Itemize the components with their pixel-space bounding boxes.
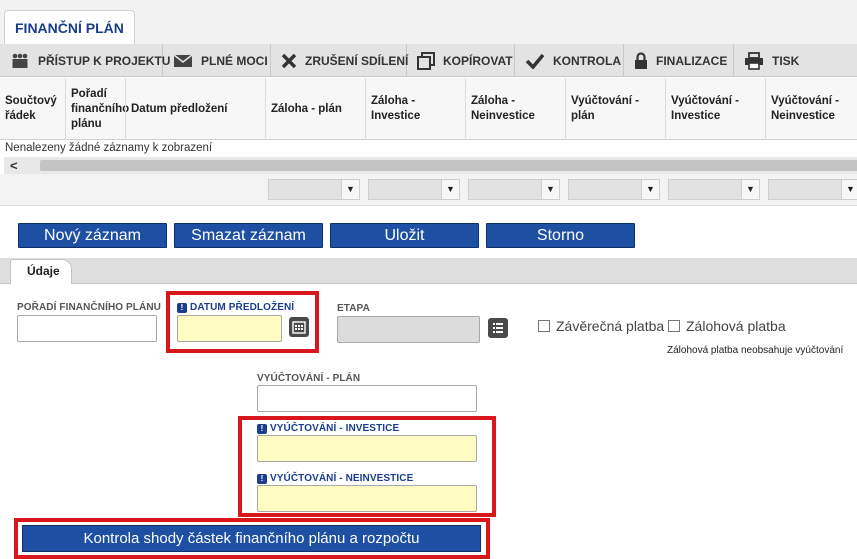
zaverecna-platba-checkbox[interactable]: Závěrečná platba <box>538 318 664 334</box>
column-header-zaloha-investice[interactable]: Záloha - Investice <box>365 78 465 140</box>
top-tab-strip: FINANČNÍ PLÁN <box>0 0 857 44</box>
grid-header: Součtový řádek Pořadí finančního plánu D… <box>0 78 857 140</box>
highlight-box-datum <box>166 291 319 353</box>
column-header-vyuct-investice[interactable]: Vyúčtování - Investice <box>665 78 765 140</box>
copy-icon <box>417 51 435 70</box>
toolbar-label: TISK <box>772 53 800 68</box>
detail-tab-bar: Údaje <box>0 258 857 284</box>
zalohova-note: Zálohová platba neobsahuje vyúčtování <box>667 345 844 356</box>
toolbar-label: PLNÉ MOCI <box>201 53 268 68</box>
toolbar-label: KOPÍROVAT <box>443 53 513 68</box>
highlight-box-vyuctovani <box>238 416 496 517</box>
tab-udaje[interactable]: Údaje <box>10 259 72 284</box>
filter-select[interactable]: ▼ <box>468 179 560 200</box>
list-icon[interactable] <box>488 318 508 338</box>
x-icon <box>281 53 297 68</box>
people-icon <box>12 53 28 68</box>
filter-select[interactable]: ▼ <box>568 179 660 200</box>
toolbar-label: FINALIZACE <box>656 53 728 68</box>
vyuct-plan-input[interactable] <box>257 385 477 412</box>
vyuct-plan-label: VYÚČTOVÁNÍ - PLÁN <box>257 373 361 384</box>
column-header-soucet[interactable]: Součtový řádek <box>0 78 65 140</box>
column-header-datum[interactable]: Datum předložení <box>125 78 265 140</box>
chevron-down-icon: ▼ <box>341 180 359 199</box>
kontrola-button[interactable]: KONTROLA <box>515 44 624 77</box>
column-header-vyuct-plan[interactable]: Vyúčtování - plán <box>565 78 665 140</box>
chevron-down-icon: ▼ <box>841 180 857 199</box>
filter-select[interactable]: ▼ <box>268 179 360 200</box>
zalohova-platba-label: Zálohová platba <box>686 318 786 334</box>
chevron-down-icon: ▼ <box>441 180 459 199</box>
etapa-input <box>337 316 480 343</box>
column-header-vyuct-neinvestice[interactable]: Vyúčtování - Neinvestice <box>765 78 857 140</box>
column-header-zaloha-neinvestice[interactable]: Záloha - Neinvestice <box>465 78 565 140</box>
new-record-button[interactable]: Nový záznam <box>18 223 167 248</box>
toolbar-label: PŘÍSTUP K PROJEKTU <box>38 53 171 68</box>
filter-select[interactable]: ▼ <box>768 179 857 200</box>
etapa-label: ETAPA <box>337 303 370 314</box>
finalizace-button[interactable]: FINALIZACE <box>624 44 734 77</box>
toolbar-label: ZRUŠENÍ SDÍLENÍ <box>305 53 409 68</box>
check-icon <box>525 53 545 69</box>
save-button[interactable]: Uložit <box>330 223 479 248</box>
column-header-poradi[interactable]: Pořadí finančního plánu <box>65 78 129 140</box>
kopirovat-button[interactable]: KOPÍROVAT <box>407 44 515 77</box>
envelope-icon <box>173 53 193 67</box>
lock-icon <box>635 52 647 69</box>
zruseni-sdileni-button[interactable]: ZRUŠENÍ SDÍLENÍ <box>271 44 409 77</box>
checkbox-box[interactable] <box>668 320 680 332</box>
chevron-down-icon: ▼ <box>541 180 559 199</box>
zaverecna-platba-label: Závěrečná platba <box>556 318 665 334</box>
filter-select[interactable]: ▼ <box>368 179 460 200</box>
toolbar: PŘÍSTUP K PROJEKTU PLNÉ MOCI ZRUŠENÍ SDÍ… <box>0 44 857 77</box>
cancel-button[interactable]: Storno <box>486 223 635 248</box>
pristup-k-projektu-button[interactable]: PŘÍSTUP K PROJEKTU <box>0 44 170 77</box>
scroll-left-icon[interactable]: < <box>10 157 18 174</box>
chevron-down-icon: ▼ <box>741 180 759 199</box>
filter-select[interactable]: ▼ <box>668 179 760 200</box>
plne-moci-button[interactable]: PLNÉ MOCI <box>163 44 271 77</box>
scrollbar-thumb[interactable] <box>40 160 857 171</box>
grid-filter-row: ▼ ▼ ▼ ▼ ▼ ▼ <box>0 174 857 206</box>
toolbar-label: KONTROLA <box>553 53 621 68</box>
poradi-label: POŘADÍ FINANČNÍHO PLÁNU <box>17 302 161 313</box>
highlight-box-kontrola <box>14 518 490 559</box>
chevron-down-icon: ▼ <box>641 180 659 199</box>
poradi-input[interactable] <box>17 315 157 342</box>
grid-horizontal-scrollbar[interactable]: < <box>4 157 857 174</box>
checkbox-box[interactable] <box>538 320 550 332</box>
zalohova-platba-checkbox[interactable]: Zálohová platba <box>668 318 786 334</box>
delete-record-button[interactable]: Smazat záznam <box>174 223 323 248</box>
tab-financni-plan[interactable]: FINANČNÍ PLÁN <box>4 10 135 44</box>
printer-icon <box>745 51 763 70</box>
column-header-zaloha-plan[interactable]: Záloha - plán <box>265 78 365 140</box>
grid-empty-message: Nenalezeny žádné záznamy k zobrazení <box>5 142 213 154</box>
tisk-button[interactable]: TISK <box>734 44 857 77</box>
